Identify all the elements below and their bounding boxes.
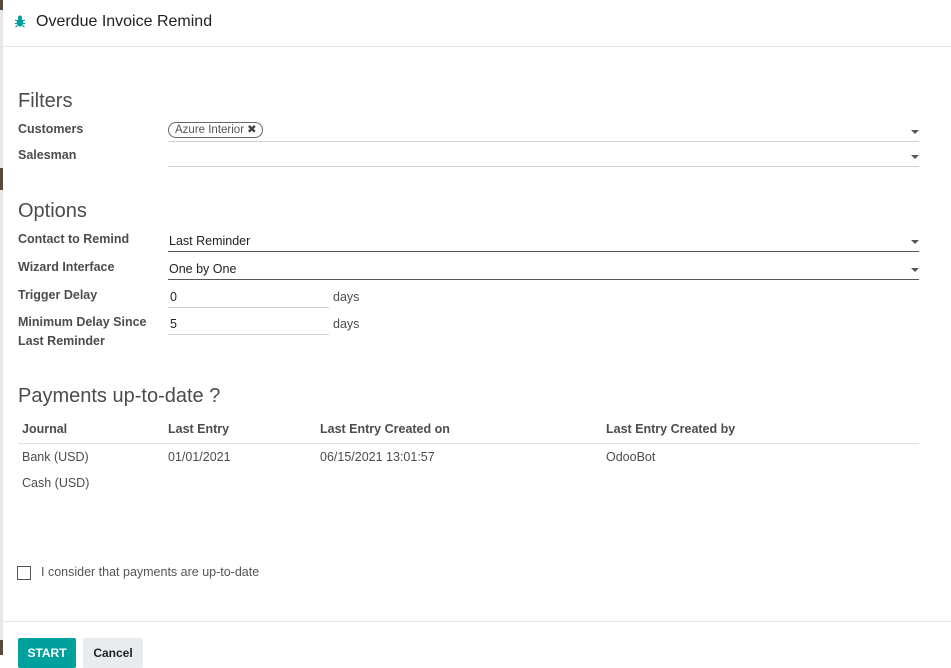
contact-to-remind-label: Contact to Remind xyxy=(18,232,130,246)
chevron-down-icon[interactable] xyxy=(911,268,919,272)
wizard-interface-value: One by One xyxy=(169,262,237,276)
wizard-interface-label: Wizard Interface xyxy=(18,260,115,274)
customers-label: Customers xyxy=(18,122,84,136)
row-journal: Cash (USD) xyxy=(22,476,90,490)
row-journal: Bank (USD) xyxy=(22,450,89,464)
options-section-title: Options xyxy=(18,200,87,222)
chevron-down-icon[interactable] xyxy=(911,240,919,244)
minimum-delay-label: Minimum Delay Since Last Reminder xyxy=(18,313,147,351)
filters-section-title: Filters xyxy=(18,90,73,112)
payments-up-to-date-checkbox[interactable] xyxy=(17,566,31,580)
column-header-last-entry[interactable]: Last Entry xyxy=(168,422,229,436)
row-last-entry: 01/01/2021 xyxy=(168,450,231,464)
wizard-interface-select[interactable]: One by One xyxy=(168,257,919,280)
trigger-delay-value: 0 xyxy=(170,290,177,304)
window-left-edge xyxy=(0,0,3,655)
trigger-delay-input[interactable]: 0 xyxy=(168,285,329,308)
payments-section-title: Payments up-to-date ? xyxy=(18,385,221,407)
column-header-journal[interactable]: Journal xyxy=(22,422,67,436)
salesman-label: Salesman xyxy=(18,148,77,162)
dialog-footer xyxy=(3,621,951,656)
dialog-header: Overdue Invoice Remind xyxy=(3,0,951,47)
minimum-delay-input[interactable]: 5 xyxy=(168,312,329,335)
remove-tag-icon[interactable]: ✖ xyxy=(247,124,257,136)
cancel-button[interactable]: Cancel xyxy=(83,638,143,668)
trigger-delay-label: Trigger Delay xyxy=(18,288,98,302)
column-header-created-on[interactable]: Last Entry Created on xyxy=(320,422,450,436)
chevron-down-icon[interactable] xyxy=(911,130,919,134)
edge-mark xyxy=(0,168,3,190)
dialog-title: Overdue Invoice Remind xyxy=(36,13,213,30)
contact-to-remind-value: Last Reminder xyxy=(169,234,251,248)
row-created-by: OdooBot xyxy=(606,450,656,464)
payments-table-header: Journal Last Entry Last Entry Created on… xyxy=(18,422,919,444)
trigger-delay-unit: days xyxy=(333,290,360,304)
start-button[interactable]: START xyxy=(18,638,76,668)
payments-up-to-date-label[interactable]: I consider that payments are up-to-date xyxy=(41,565,259,579)
row-created-on: 06/15/2021 13:01:57 xyxy=(320,450,435,464)
salesman-field[interactable] xyxy=(168,144,919,167)
bug-icon xyxy=(14,15,26,28)
contact-to-remind-select[interactable]: Last Reminder xyxy=(168,229,919,252)
column-header-created-by[interactable]: Last Entry Created by xyxy=(606,422,735,436)
minimum-delay-unit: days xyxy=(333,317,360,331)
minimum-delay-value: 5 xyxy=(170,317,177,331)
chevron-down-icon[interactable] xyxy=(911,155,919,159)
customers-field[interactable]: Azure Interior ✖ xyxy=(168,119,919,142)
customer-tag: Azure Interior ✖ xyxy=(168,122,263,138)
minimum-delay-label-line2: Last Reminder xyxy=(18,334,105,348)
minimum-delay-label-line1: Minimum Delay Since xyxy=(18,315,147,329)
customer-tag-label: Azure Interior xyxy=(175,124,245,136)
